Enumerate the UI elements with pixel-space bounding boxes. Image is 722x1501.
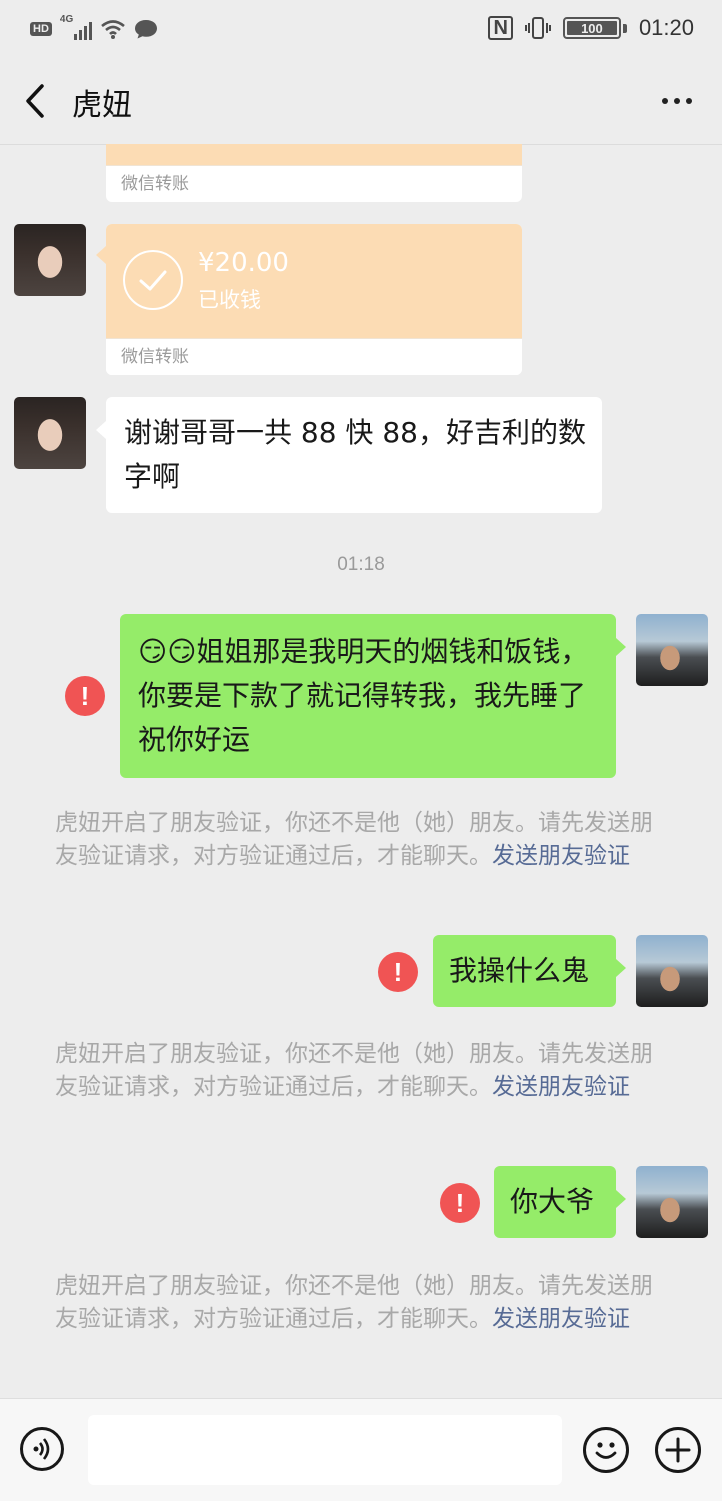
outgoing-message[interactable]: 😏😏姐姐那是我明天的烟钱和饭钱，你要是下款了就记得转我，我先睡了祝你好运 (120, 614, 626, 778)
status-right: N 100 01:20 (488, 14, 694, 42)
message-text: 姐姐那是我明天的烟钱和饭钱，你要是下款了就记得转我，我先睡了祝你好运 (138, 635, 589, 756)
check-circle-icon (123, 250, 183, 310)
send-failed-icon[interactable]: ! (440, 1183, 480, 1223)
send-verification-link[interactable]: 发送朋友验证 (492, 843, 630, 869)
network-label: 4G (59, 14, 74, 25)
status-left: HD 4G (30, 14, 158, 42)
transfer-label: 微信转账 (106, 338, 522, 375)
contact-avatar[interactable] (14, 397, 86, 469)
wifi-icon (101, 20, 125, 39)
chat-header: 虎妞 (0, 58, 722, 145)
send-verification-link[interactable]: 发送朋友验证 (492, 1074, 630, 1100)
emoji-icon[interactable] (583, 1427, 629, 1473)
battery-level: 100 (581, 20, 603, 36)
hd-badge: HD (30, 22, 52, 36)
system-notice: 虎妞开启了朋友验证，你还不是他（她）朋友。请先发送朋友验证请求，对方验证通过后，… (55, 1038, 675, 1104)
system-notice: 虎妞开启了朋友验证，你还不是他（她）朋友。请先发送朋友验证请求，对方验证通过后，… (55, 1270, 675, 1336)
incoming-message[interactable]: 谢谢哥哥一共 88 快 88，好吉利的数字啊 (96, 397, 602, 513)
nfc-icon: N (488, 16, 513, 40)
emoji-smirk: 😏😏 (138, 635, 197, 668)
my-avatar[interactable] (636, 935, 708, 1007)
system-notice: 虎妞开启了朋友验证，你还不是他（她）朋友。请先发送朋友验证请求，对方验证通过后，… (55, 807, 675, 873)
input-bar (0, 1398, 722, 1501)
transfer-card[interactable]: 微信转账 (106, 144, 522, 202)
contact-avatar[interactable] (14, 224, 86, 296)
clock: 01:20 (638, 15, 694, 40)
timestamp: 01:18 (337, 554, 385, 575)
transfer-status: 已收钱 (198, 288, 261, 312)
message-text: 我操什么鬼 (449, 954, 590, 987)
message-text: 谢谢哥哥一共 88 快 88，好吉利的数字啊 (124, 416, 586, 493)
transfer-label: 微信转账 (106, 165, 522, 202)
plus-icon[interactable] (655, 1427, 701, 1473)
message-input[interactable] (88, 1415, 562, 1485)
more-dots-icon[interactable] (662, 98, 692, 104)
vibrate-icon (524, 17, 551, 39)
chat-title: 虎妞 (72, 88, 132, 123)
send-failed-icon[interactable]: ! (65, 676, 105, 716)
voice-icon[interactable] (20, 1427, 64, 1471)
chevron-left-icon[interactable] (22, 82, 48, 120)
send-failed-icon[interactable]: ! (378, 952, 418, 992)
outgoing-message[interactable]: 你大爷 (494, 1166, 626, 1238)
transfer-card[interactable]: ¥20.00 已收钱 微信转账 (96, 224, 522, 375)
status-bar: HD 4G N 100 01:20 (0, 0, 722, 58)
signal-icon: 4G (60, 14, 92, 40)
my-avatar[interactable] (636, 1166, 708, 1238)
message-text: 你大爷 (510, 1185, 595, 1218)
transfer-amount: ¥20.00 (198, 248, 289, 278)
outgoing-message[interactable]: 我操什么鬼 (433, 935, 626, 1007)
battery-icon: 100 (562, 17, 621, 39)
message-notification-icon (134, 20, 157, 39)
my-avatar[interactable] (636, 614, 708, 686)
send-verification-link[interactable]: 发送朋友验证 (492, 1306, 630, 1332)
